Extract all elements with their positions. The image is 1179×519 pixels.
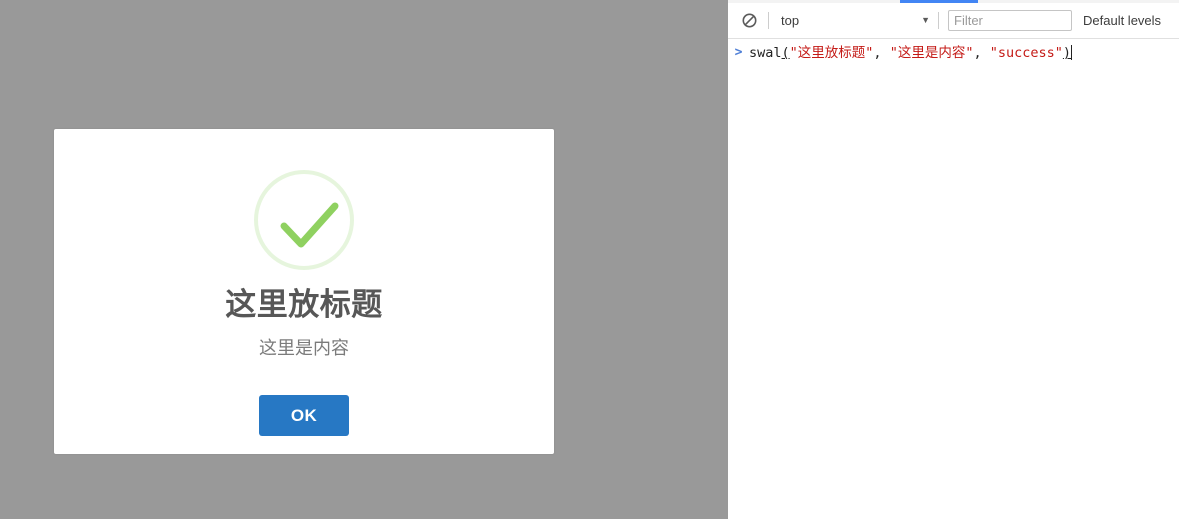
console-filter-input[interactable]: [948, 10, 1072, 31]
console-level-selector[interactable]: Default levels: [1083, 13, 1161, 28]
console-message-list: > swal("这里放标题", "这里是内容", "success"): [728, 40, 1179, 519]
modal-text: 这里是内容: [259, 338, 349, 358]
console-token-punct: ,: [873, 45, 890, 61]
page-viewport: 这里放标题 这里是内容 OK: [0, 0, 728, 519]
console-prompt-arrow: >: [734, 45, 743, 60]
screen-root: 这里放标题 这里是内容 OK top ▼ Default: [0, 0, 1179, 519]
console-token-string: "这里是内容": [889, 45, 974, 61]
success-check-icon: [254, 170, 354, 270]
sweetalert-modal: 这里放标题 这里是内容 OK: [54, 129, 554, 454]
console-toolbar: top ▼ Default levels: [728, 3, 1179, 39]
clear-console-icon[interactable]: [736, 8, 762, 34]
chevron-down-icon: ▼: [921, 15, 930, 25]
devtools-panel: top ▼ Default levels > swal("这里放标题", "这里…: [728, 0, 1179, 519]
console-prompt-row[interactable]: > swal("这里放标题", "这里是内容", "success"): [728, 40, 1179, 66]
console-token-bracket: ): [1062, 45, 1072, 61]
toolbar-divider-2: [938, 12, 939, 29]
console-token-string: "这里放标题": [789, 45, 874, 61]
text-caret: [1071, 45, 1073, 60]
console-context-selector[interactable]: top ▼: [778, 9, 932, 33]
console-token-punct: ,: [973, 45, 990, 61]
console-token-ident: swal: [749, 45, 782, 61]
console-context-value: top: [781, 13, 800, 28]
toolbar-divider-1: [768, 12, 769, 29]
console-command-input[interactable]: swal("这里放标题", "这里是内容", "success"): [749, 44, 1179, 62]
modal-title: 这里放标题: [225, 287, 383, 322]
console-token-string: "success": [989, 45, 1063, 61]
modal-confirm-button[interactable]: OK: [259, 395, 349, 436]
console-token-bracket: (: [781, 45, 790, 61]
